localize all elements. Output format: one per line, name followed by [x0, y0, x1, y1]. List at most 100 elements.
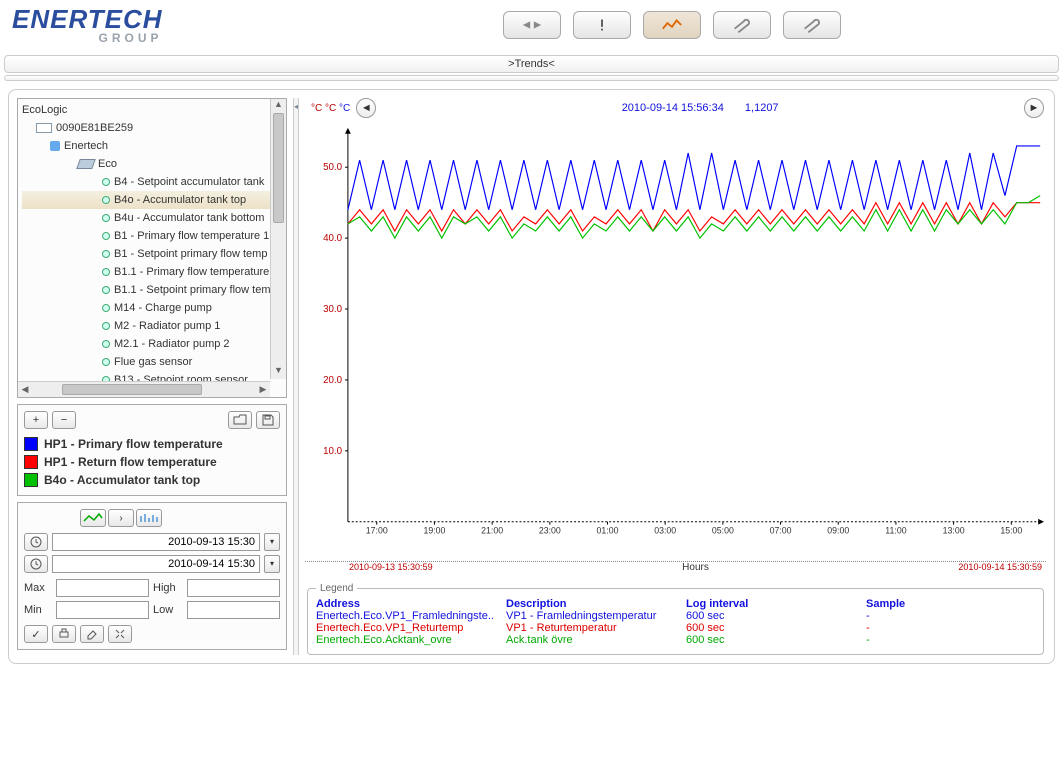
chart-prev-button[interactable]: ◄: [356, 98, 376, 118]
series-label: HP1 - Return flow temperature: [44, 455, 217, 469]
tree-leaf[interactable]: B1.1 - Setpoint primary flow tem: [22, 281, 282, 299]
wrench-icon: [731, 17, 753, 33]
max-input[interactable]: [56, 579, 149, 597]
tree-root[interactable]: EcoLogic: [22, 101, 282, 119]
tree-leaf[interactable]: B13 - Setpoint room sensor: [22, 371, 282, 381]
splitter[interactable]: ◂: [293, 98, 299, 655]
min-label: Min: [24, 604, 52, 616]
series-swatch: [24, 473, 38, 487]
chart-value: 1,1207: [745, 102, 779, 114]
tree-leaf[interactable]: M14 - Charge pump: [22, 299, 282, 317]
time-from-input[interactable]: [52, 533, 260, 551]
toolbar-config1-button[interactable]: [713, 11, 771, 39]
bounds-grid: Max High Min Low: [24, 579, 280, 619]
tree-leaf[interactable]: B1 - Setpoint primary flow temp: [22, 245, 282, 263]
remove-series-button[interactable]: −: [52, 411, 76, 429]
toolbar-trends-button[interactable]: [643, 11, 701, 39]
tree-leaf[interactable]: B1.1 - Primary flow temperature: [22, 263, 282, 281]
svg-text:40.0: 40.0: [323, 233, 343, 244]
apply-button[interactable]: ✓: [24, 625, 48, 643]
scroll-left-icon[interactable]: ◀: [18, 382, 32, 397]
legend-box: Legend AddressDescriptionLog intervalSam…: [305, 583, 1046, 655]
bottom-buttons: ✓: [24, 625, 280, 643]
chart-canvas[interactable]: 10.020.030.040.050.017:0019:0021:0023:00…: [305, 122, 1046, 562]
x-center-label: Hours: [433, 562, 959, 573]
series-row[interactable]: B4o - Accumulator tank top: [24, 471, 280, 489]
scroll-down-icon[interactable]: ▼: [271, 365, 286, 379]
section-title: >Trends<: [508, 58, 555, 70]
printer-icon: [58, 628, 70, 640]
time-to-dropdown[interactable]: ▾: [264, 555, 280, 573]
save-button[interactable]: [256, 411, 280, 429]
tree-leaf[interactable]: B4o - Accumulator tank top: [22, 191, 282, 209]
svg-text:50.0: 50.0: [323, 162, 343, 173]
module-icon: [76, 159, 96, 169]
svg-text:07:00: 07:00: [770, 525, 792, 535]
chart-icon: [661, 17, 683, 33]
chart-next-button[interactable]: ►: [1024, 98, 1044, 118]
tree-device[interactable]: 0090E81BE259: [22, 119, 282, 137]
mode-b-button[interactable]: ›: [108, 509, 134, 527]
high-input[interactable]: [187, 579, 280, 597]
tree-leaf[interactable]: B4 - Setpoint accumulator tank: [22, 173, 282, 191]
toolbar-config2-button[interactable]: [783, 11, 841, 39]
tree-leaf[interactable]: M2.1 - Radiator pump 2: [22, 335, 282, 353]
add-series-button[interactable]: +: [24, 411, 48, 429]
tree-panel: EcoLogic 0090E81BE259 Enertech Eco B4 - …: [17, 98, 287, 398]
time-from-dropdown[interactable]: ▾: [264, 533, 280, 551]
clock-icon: [30, 536, 42, 548]
tree-leaf[interactable]: B1 - Primary flow temperature 1: [22, 227, 282, 245]
hscroll-thumb[interactable]: [62, 384, 202, 395]
valve-icon: [521, 17, 543, 33]
arrow-right-icon: ›: [119, 513, 122, 524]
toolbar-info-button[interactable]: [573, 11, 631, 39]
tree-vendor[interactable]: Enertech: [22, 137, 282, 155]
series-panel: + − HP1 - Primary flow temperature HP1 - …: [17, 404, 287, 496]
folder-icon: [233, 414, 247, 426]
svg-text:21:00: 21:00: [481, 525, 503, 535]
legend-header: Description: [506, 598, 686, 610]
mode-c-button[interactable]: [136, 509, 162, 527]
vscroll-thumb[interactable]: [273, 113, 284, 223]
top-toolbar: [503, 11, 841, 39]
x-start-label: 2010-09-13 15:30:59: [349, 562, 433, 573]
erase-button[interactable]: [80, 625, 104, 643]
toolbar-valve-button[interactable]: [503, 11, 561, 39]
low-input[interactable]: [187, 601, 280, 619]
svg-text:13:00: 13:00: [943, 525, 965, 535]
svg-text:05:00: 05:00: [712, 525, 734, 535]
clock-from-button[interactable]: [24, 533, 48, 551]
eraser-icon: [86, 628, 98, 640]
arrow-right-icon: ►: [1029, 102, 1040, 114]
legend-cell: Enertech.Eco.VP1_Framledningste..: [316, 610, 506, 622]
zoom-extents-button[interactable]: [108, 625, 132, 643]
chart-header: °C °C °C ◄ 2010-09-14 15:56:34 1,1207 ►: [305, 98, 1046, 122]
nav-tree[interactable]: EcoLogic 0090E81BE259 Enertech Eco B4 - …: [18, 99, 286, 381]
open-folder-button[interactable]: [228, 411, 252, 429]
print-button[interactable]: [52, 625, 76, 643]
series-row[interactable]: HP1 - Return flow temperature: [24, 453, 280, 471]
series-row[interactable]: HP1 - Primary flow temperature: [24, 435, 280, 453]
tree-hscroll[interactable]: ◀ ▶: [18, 381, 270, 397]
tree-leaf[interactable]: B4u - Accumulator tank bottom: [22, 209, 282, 227]
extents-icon: [114, 628, 126, 640]
svg-text:30.0: 30.0: [323, 304, 343, 315]
clock-to-button[interactable]: [24, 555, 48, 573]
mode-buttons: ›: [80, 509, 280, 527]
scroll-right-icon[interactable]: ▶: [256, 382, 270, 397]
mode-a-button[interactable]: [80, 509, 106, 527]
time-to-input[interactable]: [52, 555, 260, 573]
tree-leaf[interactable]: M2 - Radiator pump 1: [22, 317, 282, 335]
tree-product[interactable]: Eco: [22, 155, 282, 173]
legend-cell: Enertech.Eco.Acktank_ovre: [316, 634, 506, 646]
main-area: EcoLogic 0090E81BE259 Enertech Eco B4 - …: [8, 89, 1055, 664]
bullet-icon: [102, 268, 110, 276]
tree-vscroll[interactable]: ▲ ▼: [270, 99, 286, 379]
series-label: B4o - Accumulator tank top: [44, 473, 200, 487]
min-input[interactable]: [56, 601, 149, 619]
scroll-up-icon[interactable]: ▲: [271, 99, 286, 113]
legend-cell: 600 sec: [686, 634, 866, 646]
tree-leaf[interactable]: Flue gas sensor: [22, 353, 282, 371]
x-end-label: 2010-09-14 15:30:59: [958, 562, 1042, 573]
series-swatch: [24, 437, 38, 451]
